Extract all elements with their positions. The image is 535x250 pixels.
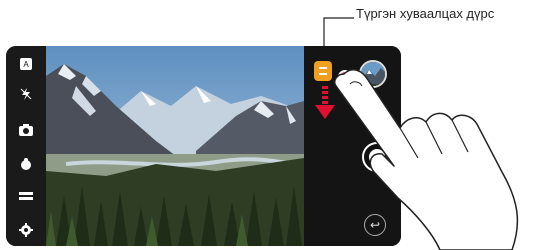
left-control-bar: A	[6, 46, 46, 246]
camera-switch-icon[interactable]	[16, 120, 36, 140]
callout-leader-line	[323, 17, 354, 48]
mode-icon[interactable]: A	[16, 54, 36, 74]
svg-text:A: A	[23, 60, 29, 69]
flash-icon[interactable]	[16, 84, 36, 104]
settings-icon[interactable]	[16, 220, 36, 240]
callout-label: Түргэн хуваалцах дүрс	[356, 6, 495, 21]
camera-viewfinder[interactable]	[46, 46, 304, 246]
hand-gesture-illustration	[333, 69, 519, 250]
ratio-icon[interactable]	[16, 186, 36, 206]
filter-icon[interactable]	[16, 154, 36, 174]
